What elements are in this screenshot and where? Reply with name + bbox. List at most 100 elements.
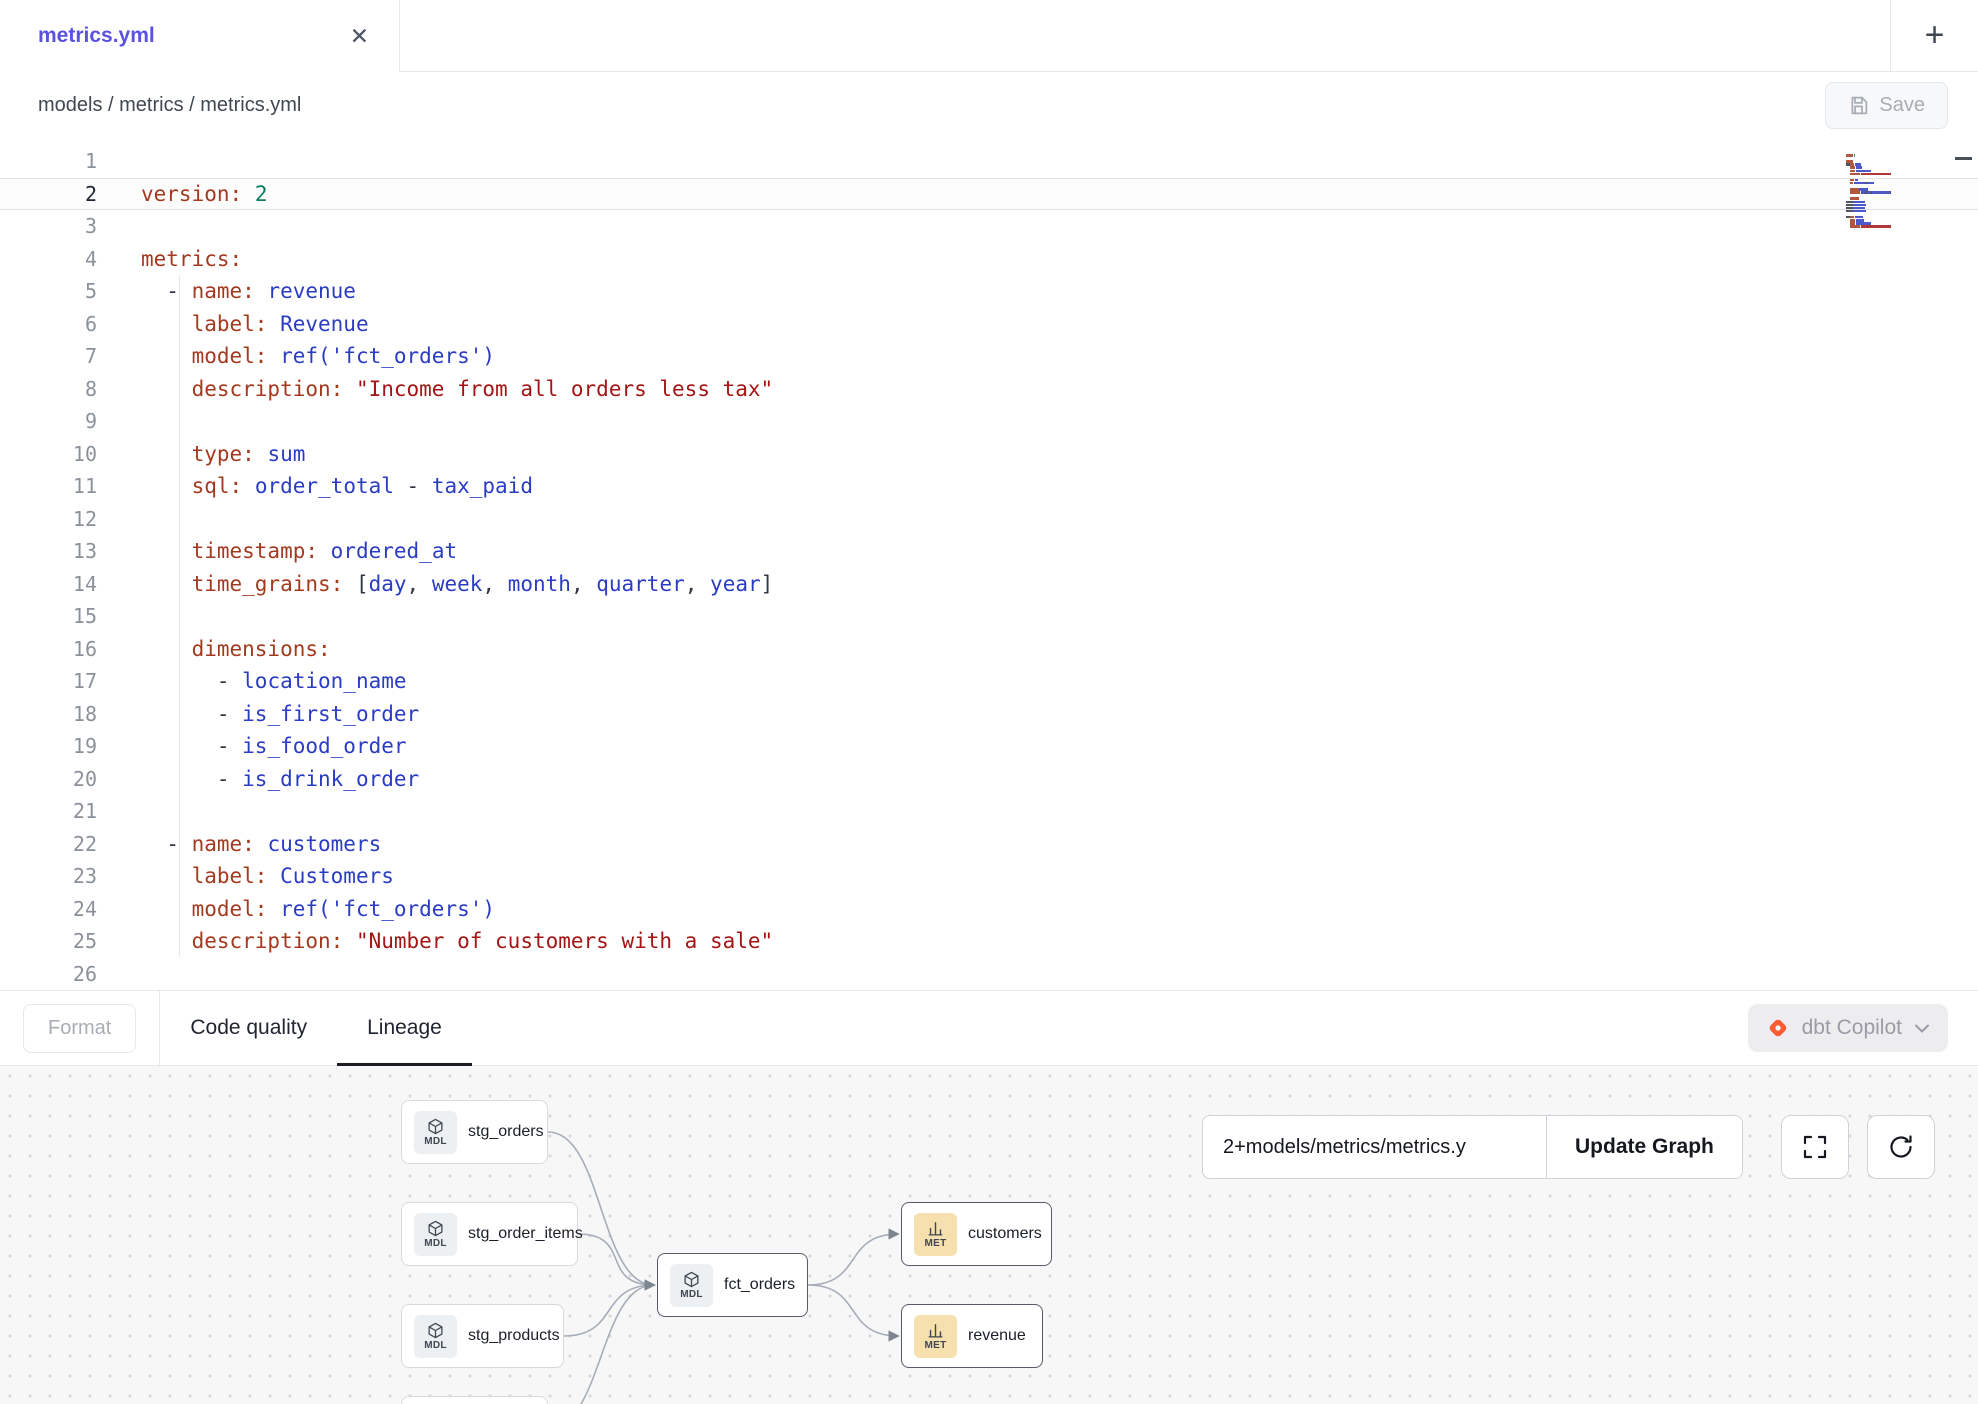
code-line-17[interactable]: 17 - location_name	[0, 665, 1978, 698]
fullscreen-icon	[1802, 1134, 1828, 1160]
model-icon: MDL	[414, 1111, 457, 1154]
line-number: 19	[0, 730, 97, 763]
refresh-button[interactable]	[1867, 1115, 1935, 1179]
code-line-4[interactable]: 4metrics:	[0, 243, 1978, 276]
save-label: Save	[1879, 94, 1925, 117]
tab-lineage[interactable]: Lineage	[337, 991, 472, 1065]
metric-icon: MET	[914, 1213, 957, 1256]
tab-bar-spacer: +	[400, 0, 1978, 72]
line-number: 14	[0, 568, 97, 601]
line-number: 26	[0, 958, 97, 991]
line-number: 3	[0, 210, 97, 243]
dbt-copilot-button[interactable]: dbt Copilot	[1748, 1004, 1948, 1052]
code-line-25[interactable]: 25 description: "Number of customers wit…	[0, 925, 1978, 958]
lineage-canvas[interactable]: Update Graph MDLstg_ordersMDLstg_order_i…	[0, 1066, 1978, 1404]
code-line-8[interactable]: 8 description: "Income from all orders l…	[0, 373, 1978, 406]
new-tab-button[interactable]: +	[1890, 0, 1978, 71]
line-number: 7	[0, 340, 97, 373]
code-line-3[interactable]: 3	[0, 210, 1978, 243]
ide-window: metrics.yml ✕ + models / metrics / metri…	[0, 0, 1978, 1404]
tab-bar: metrics.yml ✕ +	[0, 0, 1978, 72]
code-line-12[interactable]: 12	[0, 503, 1978, 536]
node-label: stg_order_items	[468, 1225, 583, 1243]
dbt-logo-icon	[1766, 1016, 1790, 1040]
refresh-icon	[1888, 1134, 1914, 1160]
code-line-6[interactable]: 6 label: Revenue	[0, 308, 1978, 341]
tab-metrics-yml[interactable]: metrics.yml ✕	[0, 0, 400, 72]
scrollbar-thumb[interactable]	[1955, 157, 1972, 160]
line-number: 12	[0, 503, 97, 536]
format-button[interactable]: Format	[23, 1004, 136, 1053]
indent-guide	[179, 275, 180, 957]
lineage-node-customers[interactable]: MET customers	[901, 1202, 1052, 1266]
line-number: 1	[0, 145, 97, 178]
code-line-2[interactable]: 2version: 2	[0, 178, 1978, 211]
code-editor[interactable]: 12version: 234metrics:5 - name: revenue6…	[0, 139, 1978, 990]
line-number: 2	[0, 179, 97, 210]
code-line-13[interactable]: 13 timestamp: ordered_at	[0, 535, 1978, 568]
code-line-22[interactable]: 22 - name: customers	[0, 828, 1978, 861]
code-line-9[interactable]: 9	[0, 405, 1978, 438]
line-number: 5	[0, 275, 97, 308]
lineage-controls: Update Graph	[1202, 1115, 1743, 1179]
code-line-23[interactable]: 23 label: Customers	[0, 860, 1978, 893]
fullscreen-button[interactable]	[1781, 1115, 1849, 1179]
lineage-node-stg_order_items[interactable]: MDLstg_order_items	[401, 1202, 578, 1266]
line-number: 4	[0, 243, 97, 276]
lineage-node-revenue[interactable]: MET revenue	[901, 1304, 1043, 1368]
lineage-selector-input[interactable]	[1202, 1115, 1546, 1179]
lineage-node-fct_orders[interactable]: MDL fct_orders	[657, 1253, 808, 1317]
update-graph-button[interactable]: Update Graph	[1546, 1115, 1743, 1179]
line-number: 8	[0, 373, 97, 406]
editor-toolbar: Format Code quality Lineage dbt Copilot	[0, 990, 1978, 1066]
file-header-row: models / metrics / metrics.yml Save	[0, 72, 1978, 139]
line-number: 24	[0, 893, 97, 926]
node-label: stg_orders	[468, 1123, 544, 1141]
model-icon: MDL	[670, 1264, 713, 1307]
line-number: 21	[0, 795, 97, 828]
code-line-21[interactable]: 21	[0, 795, 1978, 828]
line-number: 13	[0, 535, 97, 568]
code-line-19[interactable]: 19 - is_food_order	[0, 730, 1978, 763]
line-number: 16	[0, 633, 97, 666]
node-label: revenue	[968, 1327, 1026, 1345]
line-number: 10	[0, 438, 97, 471]
code-line-24[interactable]: 24 model: ref('fct_orders')	[0, 893, 1978, 926]
model-icon: MDL	[414, 1213, 457, 1256]
code-line-11[interactable]: 11 sql: order_total - tax_paid	[0, 470, 1978, 503]
chevron-down-icon	[1914, 1023, 1930, 1034]
code-line-14[interactable]: 14 time_grains: [day, week, month, quart…	[0, 568, 1978, 601]
save-icon	[1848, 95, 1869, 116]
code-line-26[interactable]: 26	[0, 958, 1978, 991]
code-line-16[interactable]: 16 dimensions:	[0, 633, 1978, 666]
line-number: 22	[0, 828, 97, 861]
node-label: fct_orders	[724, 1276, 795, 1294]
line-number: 20	[0, 763, 97, 796]
node-label: customers	[968, 1225, 1042, 1243]
code-line-20[interactable]: 20 - is_drink_order	[0, 763, 1978, 796]
lineage-node-stg_products[interactable]: MDLstg_products	[401, 1304, 564, 1368]
minimap[interactable]	[1846, 151, 1898, 231]
code-line-15[interactable]: 15	[0, 600, 1978, 633]
metric-icon: MET	[914, 1315, 957, 1358]
code-line-18[interactable]: 18 - is_first_order	[0, 698, 1978, 731]
breadcrumb: models / metrics / metrics.yml	[38, 94, 301, 117]
tab-code-quality[interactable]: Code quality	[160, 991, 337, 1065]
code-line-7[interactable]: 7 model: ref('fct_orders')	[0, 340, 1978, 373]
line-number: 11	[0, 470, 97, 503]
line-number: 9	[0, 405, 97, 438]
code-line-1[interactable]: 1	[0, 145, 1978, 178]
code-line-5[interactable]: 5 - name: revenue	[0, 275, 1978, 308]
lineage-node-stg_partial[interactable]: MDL	[401, 1396, 548, 1404]
model-icon: MDL	[414, 1315, 457, 1358]
copilot-label: dbt Copilot	[1802, 1016, 1902, 1040]
line-number: 23	[0, 860, 97, 893]
code-lines: 12version: 234metrics:5 - name: revenue6…	[0, 139, 1978, 990]
line-number: 17	[0, 665, 97, 698]
line-number: 15	[0, 600, 97, 633]
lineage-node-stg_orders[interactable]: MDL stg_orders	[401, 1100, 548, 1164]
close-tab-icon[interactable]: ✕	[350, 25, 369, 48]
code-line-10[interactable]: 10 type: sum	[0, 438, 1978, 471]
save-button[interactable]: Save	[1825, 82, 1948, 129]
line-number: 25	[0, 925, 97, 958]
